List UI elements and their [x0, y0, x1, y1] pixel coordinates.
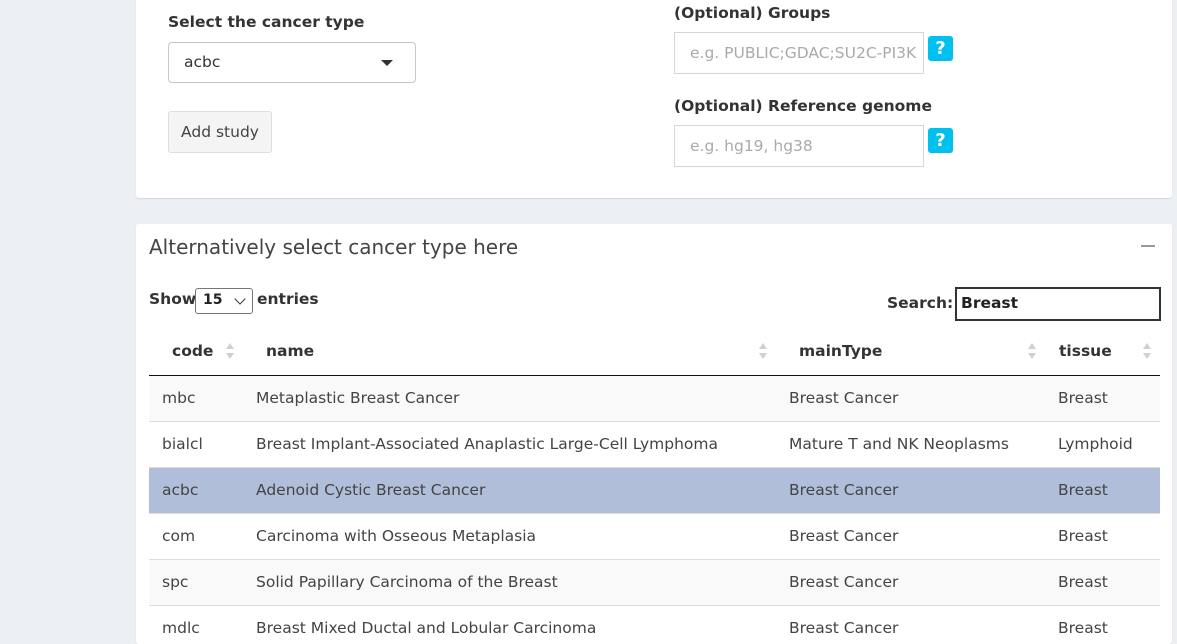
- column-header-code[interactable]: code: [149, 328, 243, 376]
- entries-length-select[interactable]: 15: [195, 288, 253, 314]
- entries-length-value: 15: [203, 292, 223, 308]
- cell-code: mdlc: [149, 604, 243, 644]
- groups-input[interactable]: e.g. PUBLIC;GDAC;SU2C-PI3K: [674, 32, 924, 74]
- table-row[interactable]: mdlc Breast Mixed Ductal and Lobular Car…: [149, 604, 1160, 644]
- search-label: Search:: [887, 294, 954, 312]
- cell-tissue: Breast: [1045, 512, 1160, 559]
- groups-help-icon[interactable]: ?: [928, 36, 953, 61]
- cell-tissue: Breast: [1045, 558, 1160, 605]
- table-row[interactable]: mbc Metaplastic Breast Cancer Breast Can…: [149, 374, 1160, 421]
- chevron-down-icon: [234, 293, 246, 305]
- table-row[interactable]: bialcl Breast Implant-Associated Anaplas…: [149, 420, 1160, 467]
- cell-maintype: Breast Cancer: [776, 466, 1045, 513]
- cell-name: Adenoid Cystic Breast Cancer: [243, 466, 776, 513]
- column-header-tissue[interactable]: tissue: [1045, 328, 1160, 376]
- table-row[interactable]: com Carcinoma with Osseous Metaplasia Br…: [149, 512, 1160, 559]
- panel-title: Alternatively select cancer type here: [149, 235, 519, 259]
- cell-maintype: Breast Cancer: [776, 604, 1045, 644]
- sort-icon: [1028, 343, 1037, 361]
- cell-tissue: Breast: [1045, 466, 1160, 513]
- entries-label: entries: [257, 290, 319, 308]
- table-row[interactable]: spc Solid Papillary Carcinoma of the Bre…: [149, 558, 1160, 605]
- add-study-button[interactable]: Add study: [168, 111, 272, 153]
- cancer-type-label: Select the cancer type: [168, 13, 365, 31]
- cell-code: bialcl: [149, 420, 243, 467]
- genome-input[interactable]: e.g. hg19, hg38: [674, 125, 924, 167]
- cell-maintype: Mature T and NK Neoplasms: [776, 420, 1045, 467]
- genome-help-icon[interactable]: ?: [928, 128, 953, 153]
- search-input[interactable]: Breast: [955, 287, 1161, 321]
- sort-icon: [1143, 343, 1152, 361]
- caret-down-icon: [381, 60, 393, 66]
- cell-maintype: Breast Cancer: [776, 558, 1045, 605]
- cell-tissue: Breast: [1045, 604, 1160, 644]
- cell-code: mbc: [149, 374, 243, 421]
- groups-label: (Optional) Groups: [674, 4, 831, 22]
- cell-name: Solid Papillary Carcinoma of the Breast: [243, 558, 776, 605]
- genome-label: (Optional) Reference genome: [674, 97, 932, 115]
- table-row-selected[interactable]: acbc Adenoid Cystic Breast Cancer Breast…: [149, 466, 1160, 513]
- cell-name: Metaplastic Breast Cancer: [243, 374, 776, 421]
- cell-code: acbc: [149, 466, 243, 513]
- column-header-name[interactable]: name: [243, 328, 776, 376]
- cell-maintype: Breast Cancer: [776, 512, 1045, 559]
- cell-code: spc: [149, 558, 243, 605]
- sort-icon: [759, 343, 768, 361]
- cancer-type-value: acbc: [184, 53, 221, 71]
- sort-icon: [226, 343, 235, 361]
- table-header-row: code name mainType tissue: [149, 328, 1160, 376]
- cancer-type-select[interactable]: acbc: [168, 42, 416, 83]
- cell-name: Breast Mixed Ductal and Lobular Carcinom…: [243, 604, 776, 644]
- cancer-type-table-panel: Alternatively select cancer type here Sh…: [136, 224, 1172, 644]
- cell-tissue: Breast: [1045, 374, 1160, 421]
- cancer-type-table: code name mainType tissue mbc Metaplasti…: [149, 328, 1160, 644]
- cell-name: Breast Implant-Associated Anaplastic Lar…: [243, 420, 776, 467]
- column-header-maintype[interactable]: mainType: [776, 328, 1045, 376]
- study-form-panel: Select the cancer type acbc Add study (O…: [136, 0, 1172, 198]
- show-label: Show: [149, 290, 197, 308]
- collapse-icon[interactable]: [1141, 245, 1155, 247]
- cell-maintype: Breast Cancer: [776, 374, 1045, 421]
- cell-tissue: Lymphoid: [1045, 420, 1160, 467]
- cell-code: com: [149, 512, 243, 559]
- cell-name: Carcinoma with Osseous Metaplasia: [243, 512, 776, 559]
